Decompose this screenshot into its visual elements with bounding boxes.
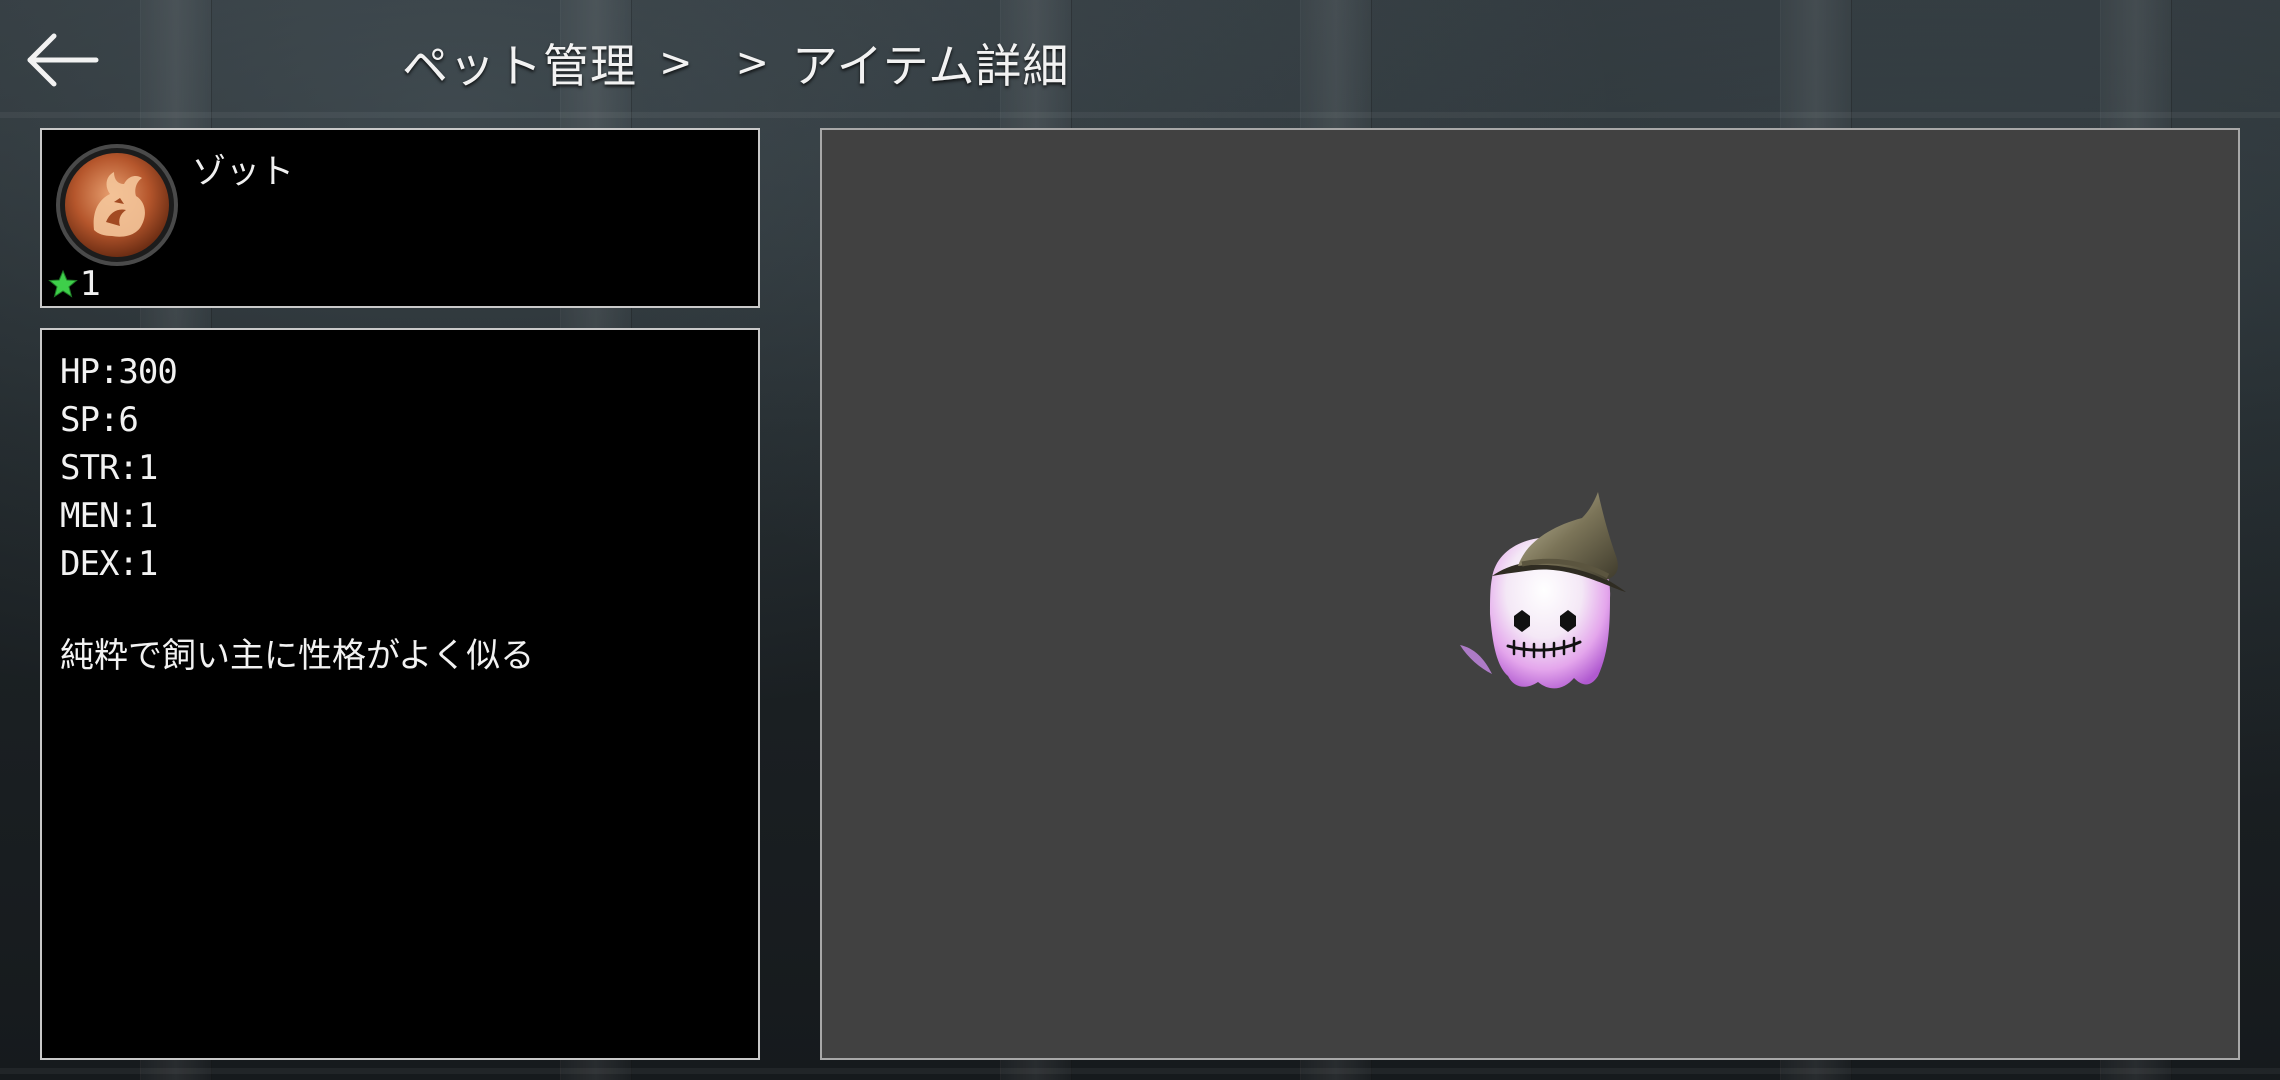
background-ledge: [0, 112, 2280, 118]
pet-rank-value: 1: [80, 264, 102, 304]
breadcrumb-pet-management[interactable]: ペット管理: [402, 30, 637, 96]
stat-str: STR:1: [60, 448, 158, 488]
breadcrumb-current: アイテム詳細: [792, 39, 1070, 93]
background-ledge: [0, 1068, 2280, 1074]
stat-sp: SP:6: [60, 400, 139, 440]
pet-name: ゾット: [192, 152, 294, 192]
model-preview-panel[interactable]: [820, 128, 2240, 1060]
ghost-pet-model[interactable]: [1422, 490, 1682, 730]
pet-description: 純粋で飼い主に性格がよく似る: [60, 636, 535, 676]
stat-dex: DEX:1: [60, 544, 158, 584]
back-button[interactable]: [22, 30, 102, 90]
pet-header-panel: ゾット 1: [40, 128, 760, 308]
stat-men: MEN:1: [60, 496, 158, 536]
pet-icon: [54, 142, 180, 268]
breadcrumb-separator: >: [735, 40, 771, 86]
star-icon: [48, 269, 78, 298]
stats-panel: HP:300 SP:6 STR:1 MEN:1 DEX:1 純粋で飼い主に性格が…: [40, 328, 760, 1060]
stat-hp: HP:300: [60, 352, 178, 392]
fox-crest-icon: [56, 144, 178, 266]
game-screen: ペット管理 > > アイテム詳細 ゾット 1 HP:300 SP:6 STR:1…: [0, 0, 2280, 1080]
breadcrumb-separator: >: [659, 40, 694, 86]
back-arrow-icon: [27, 33, 99, 87]
pet-rank: 1: [48, 264, 102, 304]
breadcrumb: ペット管理 > > アイテム詳細: [402, 28, 1069, 98]
